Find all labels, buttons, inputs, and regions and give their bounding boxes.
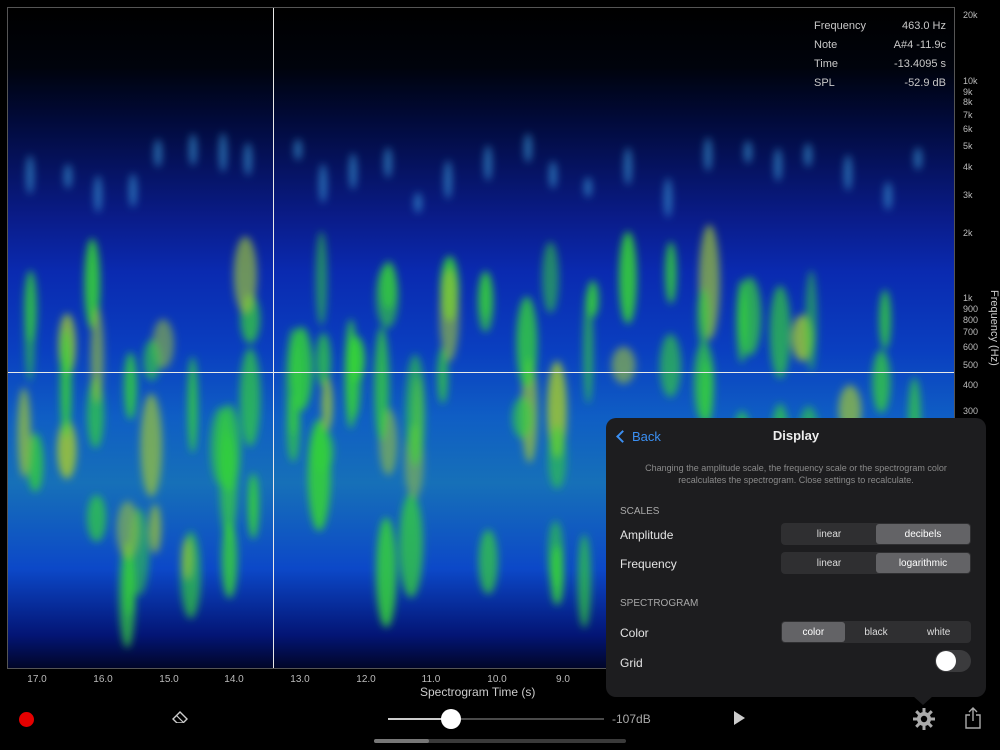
color-option-white[interactable]: white	[907, 622, 970, 642]
home-indicator	[374, 739, 626, 743]
display-settings-popover: Back Display Changing the amplitude scal…	[606, 418, 986, 697]
frequency-tick: 800	[963, 315, 979, 325]
crosshair-horizontal[interactable]	[8, 372, 954, 373]
time-tick: 13.0	[290, 674, 310, 685]
frequency-tick: 900	[963, 304, 979, 314]
frequency-tick: 7k	[963, 110, 973, 120]
frequency-tick: 3k	[963, 190, 973, 200]
time-tick: 14.0	[224, 674, 244, 685]
play-icon[interactable]	[734, 711, 745, 725]
bottom-toolbar: -107dB	[0, 702, 1000, 742]
readout-frequency: Frequency 463.0 Hz	[814, 20, 946, 32]
color-label: Color	[620, 626, 649, 640]
frequency-tick: 400	[963, 380, 979, 390]
frequency-tick: 300	[963, 406, 979, 416]
color-option-black[interactable]: black	[845, 622, 908, 642]
frequency-tick: 6k	[963, 124, 973, 134]
readout-spl: SPL -52.9 dB	[814, 77, 946, 89]
color-segmented-control: color black white	[781, 621, 971, 643]
db-level-label: -107dB	[612, 712, 651, 726]
frequency-option-linear[interactable]: linear	[782, 553, 876, 573]
grid-toggle-knob	[936, 651, 956, 671]
popover-title: Display	[772, 428, 820, 443]
frequency-tick: 8k	[963, 97, 973, 107]
frequency-axis-title-wrap: Frequency (Hz)	[988, 290, 1000, 390]
frequency-scale-label: Frequency	[620, 557, 677, 571]
share-icon[interactable]	[964, 707, 982, 729]
frequency-tick: 2k	[963, 228, 973, 238]
frequency-axis-title: Frequency (Hz)	[988, 290, 1000, 366]
time-tick: 17.0	[27, 674, 47, 685]
time-tick: 10.0	[487, 674, 507, 685]
popover-header: Back Display	[606, 418, 986, 454]
amplitude-label: Amplitude	[620, 528, 674, 542]
gear-icon[interactable]	[912, 707, 936, 731]
color-option-color[interactable]: color	[782, 622, 845, 642]
readout-note: Note A#4 -11.9c	[814, 39, 946, 51]
readout-time: Time -13.4095 s	[814, 58, 946, 70]
frequency-tick: 20k	[963, 10, 978, 20]
frequency-tick: 1k	[963, 293, 973, 303]
time-axis-title: Spectrogram Time (s)	[420, 685, 536, 699]
recalculate-note: Changing the amplitude scale, the freque…	[645, 463, 947, 485]
frequency-tick: 4k	[963, 162, 973, 172]
scales-section-header: SCALES	[620, 506, 660, 517]
grid-toggle[interactable]	[935, 650, 971, 672]
amplitude-option-decibels[interactable]: decibels	[876, 524, 970, 544]
time-tick: 12.0	[356, 674, 376, 685]
frequency-tick: 9k	[963, 87, 973, 97]
cursor-readout: Frequency 463.0 Hz Note A#4 -11.9c Time -13…	[814, 17, 946, 93]
time-tick: 15.0	[159, 674, 179, 685]
popover-arrow	[913, 696, 933, 705]
frequency-option-logarithmic[interactable]: logarithmic	[876, 553, 970, 573]
amplitude-option-linear[interactable]: linear	[782, 524, 876, 544]
time-tick: 16.0	[93, 674, 113, 685]
frequency-tick: 10k	[963, 76, 978, 86]
amplitude-segmented-control: linear decibels	[781, 523, 971, 545]
time-tick: 9.0	[556, 674, 570, 685]
gain-slider-knob[interactable]	[441, 709, 461, 729]
grid-label: Grid	[620, 656, 643, 670]
gain-slider-track[interactable]	[388, 718, 604, 720]
eraser-icon[interactable]	[172, 711, 188, 723]
frequency-tick: 600	[963, 342, 979, 352]
record-icon[interactable]	[19, 712, 34, 727]
frequency-segmented-control: linear logarithmic	[781, 552, 971, 574]
crosshair-vertical[interactable]	[273, 8, 274, 668]
spectrogram-section-header: SPECTROGRAM	[620, 598, 699, 609]
time-tick: 11.0	[421, 674, 441, 685]
frequency-tick: 500	[963, 360, 979, 370]
frequency-tick: 5k	[963, 141, 973, 151]
frequency-tick: 700	[963, 327, 979, 337]
